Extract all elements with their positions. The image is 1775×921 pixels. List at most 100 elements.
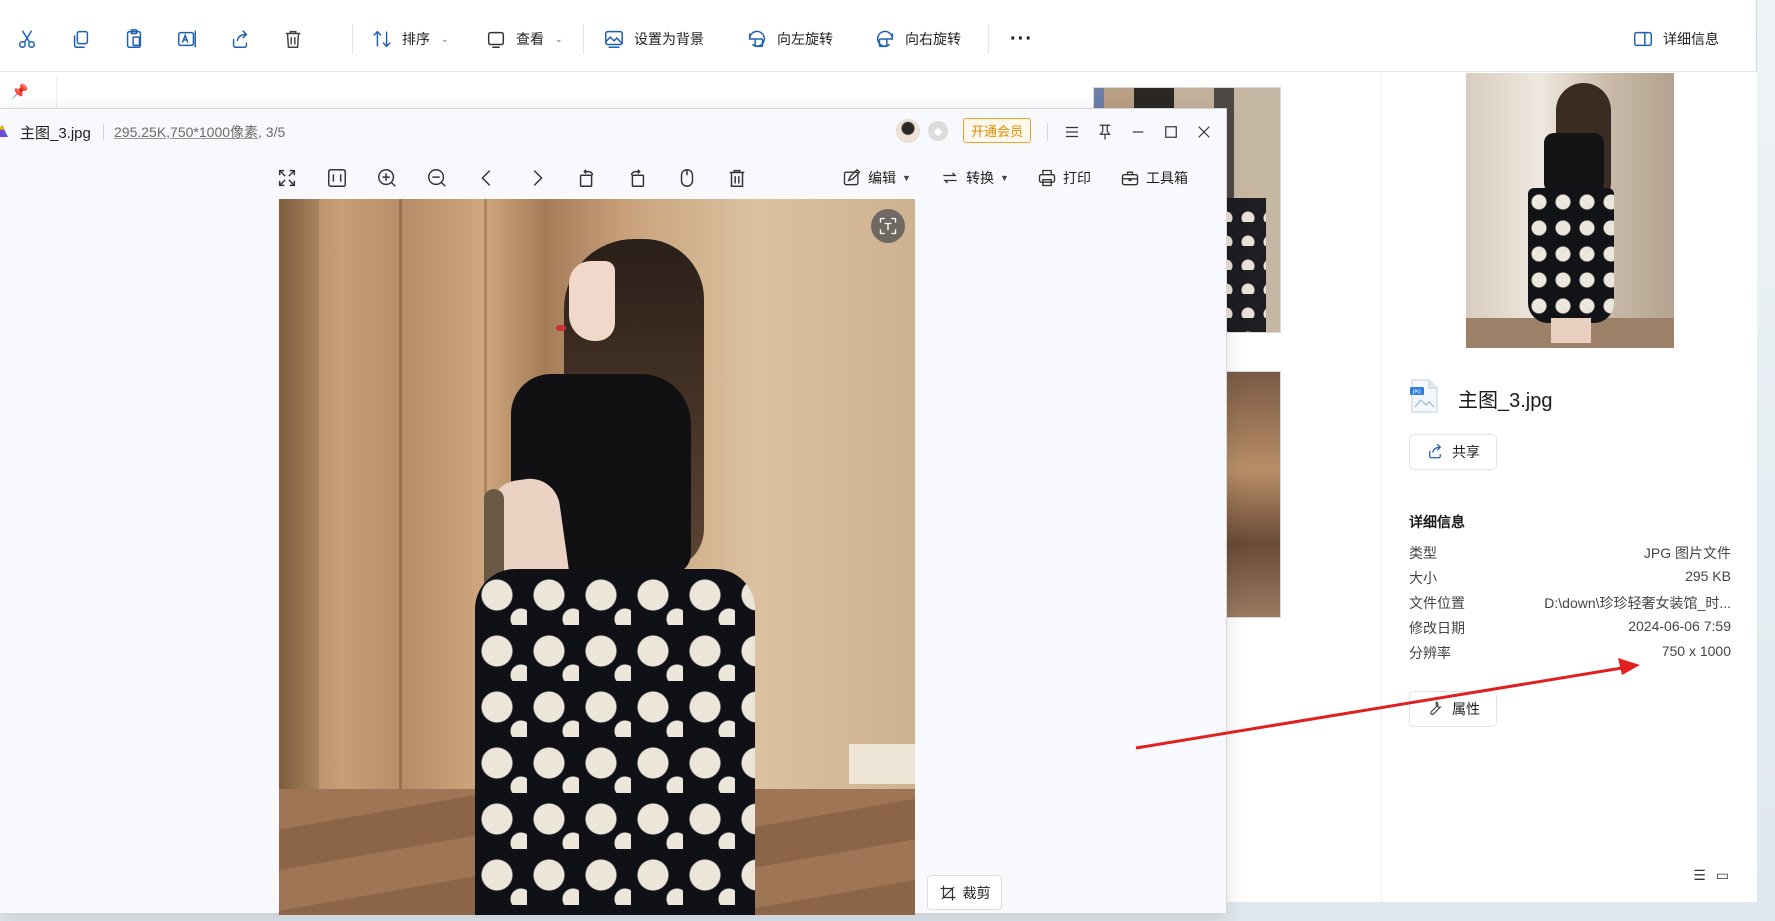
crop-button[interactable]: 裁剪 <box>927 875 1002 910</box>
view-button[interactable]: 查看 ⌄ <box>477 19 571 59</box>
jpg-file-icon: JPG <box>1410 379 1438 413</box>
user-avatar[interactable] <box>896 119 920 143</box>
close-button[interactable] <box>1189 117 1219 147</box>
chevron-down-icon: ⌄ <box>555 33 563 44</box>
fullscreen-icon <box>278 169 296 187</box>
trash-icon <box>729 169 745 187</box>
toolbar-separator <box>988 24 989 54</box>
hamburger-icon <box>1066 126 1078 138</box>
share-icon <box>1426 442 1444 463</box>
actual-size-icon <box>328 169 346 187</box>
cut-button[interactable] <box>8 19 46 59</box>
titlebar-separator <box>1047 123 1048 141</box>
preview-view-icon[interactable]: ▭ <box>1716 867 1729 884</box>
printer-icon <box>1038 169 1056 187</box>
toolbox-label: 工具箱 <box>1146 170 1188 186</box>
more-options-button[interactable]: ··· <box>1002 19 1041 59</box>
chevron-left-icon <box>481 170 491 186</box>
rotate-right-label: 向右旋转 <box>905 31 961 47</box>
next-image-button[interactable] <box>522 163 552 193</box>
pin-on-top-button[interactable] <box>1090 117 1120 147</box>
view-icon <box>485 28 507 50</box>
open-vip-button[interactable]: 开通会员 <box>963 118 1032 143</box>
details-pane-button[interactable]: 详细信息 <box>1624 19 1727 59</box>
scan-text-icon <box>879 217 897 235</box>
paste-button[interactable] <box>115 19 153 59</box>
detail-key: 修改日期 <box>1409 620 1465 636</box>
share-button[interactable] <box>221 19 259 59</box>
copy-button[interactable] <box>62 19 100 59</box>
convert-dropdown[interactable]: 转换 ▼ <box>940 163 1009 193</box>
app-logo-icon <box>0 125 8 137</box>
mouse-mode-button[interactable] <box>672 163 702 193</box>
sort-icon <box>371 28 393 50</box>
preview-file-name: 主图_3.jpg <box>1458 390 1553 412</box>
delete-icon <box>282 28 304 50</box>
copy-icon <box>70 28 92 50</box>
rename-button[interactable] <box>168 19 206 59</box>
convert-label: 转换 <box>966 170 994 186</box>
detail-key: 文件位置 <box>1409 595 1465 611</box>
ocr-translate-button[interactable] <box>871 209 905 243</box>
detail-key: 大小 <box>1409 570 1437 586</box>
sort-button[interactable]: 排序 ⌄ <box>363 19 457 59</box>
list-view-icon[interactable]: ☰ <box>1693 867 1706 884</box>
detail-value: 295 KB <box>1685 568 1731 584</box>
delete-image-button[interactable] <box>722 163 752 193</box>
toolbar-separator <box>352 24 353 54</box>
file-dimensions-link[interactable]: ,750*1000像素 <box>166 124 258 140</box>
chevron-down-icon: ⌄ <box>441 33 449 44</box>
member-badge-icon: ◆ <box>928 121 948 141</box>
rotate-right-icon <box>874 28 896 50</box>
actual-size-button[interactable] <box>322 163 352 193</box>
mouse-icon <box>680 169 694 187</box>
share-button[interactable]: 共享 <box>1409 434 1497 470</box>
rotate-right-button[interactable]: 向右旋转 <box>866 19 969 59</box>
print-label: 打印 <box>1063 170 1091 186</box>
cut-icon <box>16 28 38 50</box>
detail-value[interactable]: D:\down\珍珍轻奢女装馆_时... <box>1544 593 1731 619</box>
rotate-right-button[interactable] <box>622 163 652 193</box>
previous-image-button[interactable] <box>472 163 502 193</box>
detail-value: JPG 图片文件 <box>1643 545 1731 561</box>
minimize-button[interactable] <box>1123 117 1153 147</box>
viewer-titlebar: 主图_3.jpg 295.25K,750*1000像素, 3/5 ◆ 开通会员 <box>0 109 1226 155</box>
detail-key: 分辨率 <box>1409 645 1451 661</box>
explorer-command-bar: 排序 ⌄ 查看 ⌄ 设置为背景 向左旋转 向右旋转 ··· 详细信息 <box>0 4 1756 72</box>
title-divider <box>103 124 104 140</box>
edit-dropdown[interactable]: 编辑 ▼ <box>842 163 911 193</box>
pin-icon[interactable]: 📌 <box>0 76 40 106</box>
image-thumbnail[interactable] <box>1226 372 1280 617</box>
viewer-toolbar: 编辑 ▼ 转换 ▼ 打印 工具箱 <box>0 159 1226 199</box>
maximize-button[interactable] <box>1156 117 1186 147</box>
toolbox-icon <box>1121 171 1139 186</box>
detail-row-location: 文件位置 D:\down\珍珍轻奢女装馆_时... <box>1409 593 1731 619</box>
displayed-photo <box>279 199 915 915</box>
zoom-out-button[interactable] <box>422 163 452 193</box>
rotate-left-button[interactable] <box>572 163 602 193</box>
detail-value: 2024-06-06 7:59 <box>1628 618 1731 634</box>
wrench-icon <box>1426 699 1444 720</box>
caret-down-icon: ▼ <box>902 173 911 183</box>
close-icon <box>1198 126 1210 138</box>
share-label: 共享 <box>1452 444 1480 460</box>
rotate-left-icon <box>746 28 768 50</box>
delete-button[interactable] <box>274 19 312 59</box>
properties-button[interactable]: 属性 <box>1409 691 1497 727</box>
file-size-link[interactable]: 295.25K <box>114 124 166 140</box>
convert-icon <box>943 172 957 184</box>
menu-button[interactable] <box>1057 117 1087 147</box>
edit-icon <box>843 168 861 186</box>
set-background-button[interactable]: 设置为背景 <box>595 19 712 59</box>
toolbox-button[interactable]: 工具箱 <box>1120 163 1188 193</box>
fullscreen-button[interactable] <box>272 163 302 193</box>
print-button[interactable]: 打印 <box>1037 163 1091 193</box>
details-pane-icon <box>1632 28 1654 50</box>
crop-icon <box>940 885 955 900</box>
rotate-left-button[interactable]: 向左旋转 <box>738 19 841 59</box>
detail-row-resolution: 分辨率 750 x 1000 <box>1409 643 1731 669</box>
zoom-in-button[interactable] <box>372 163 402 193</box>
viewer-file-meta: 295.25K,750*1000像素, 3/5 <box>114 122 285 142</box>
preview-image <box>1466 73 1674 348</box>
maximize-icon <box>1165 126 1177 138</box>
